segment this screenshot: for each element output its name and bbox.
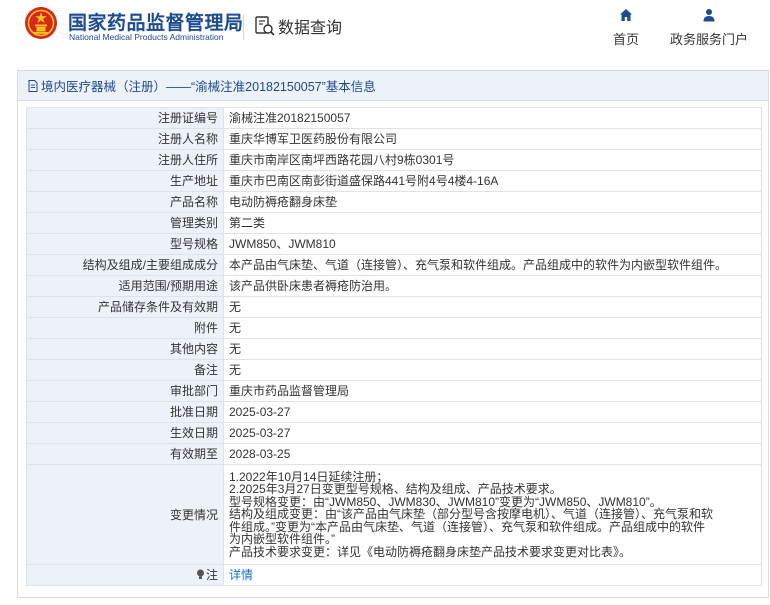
table-row: 产品名称 电动防褥疮翻身床垫	[26, 191, 762, 213]
row-value: 无	[223, 317, 762, 339]
row-value: 无	[223, 359, 762, 381]
row-value: 无	[223, 296, 762, 318]
row-value: 重庆市南岸区南坪西路花园八村9栋0301号	[223, 149, 762, 171]
row-value: 无	[223, 338, 762, 360]
document-search-icon	[255, 16, 275, 36]
table-row: 结构及组成/主要组成成分 本产品由气床垫、气道（连接管）、充气泵和软件组成。产品组…	[26, 254, 762, 276]
row-label: 有效期至	[26, 443, 224, 465]
registration-info-table: 注册证编号 渝械注准20182150057 注册人名称 重庆华博军卫医药股份有限公司…	[26, 107, 762, 586]
row-value: 本产品由气床垫、气道（连接管）、充气泵和软件组成。产品组成中的软件为内嵌型软件组…	[223, 254, 762, 276]
site-header: 国家药品监督管理局 National Medical Products Admi…	[0, 0, 770, 58]
row-label: 型号规格	[26, 233, 224, 255]
table-row: 审批部门 重庆市药品监督管理局	[26, 380, 762, 402]
table-row-detail: 注 详情	[26, 564, 762, 586]
row-label: 适用范围/预期用途	[26, 275, 224, 297]
document-icon	[28, 79, 38, 92]
changes-value: 1.2022年10月14日延续注册； 2.2025年3月27日变更型号规格、结构…	[223, 464, 762, 565]
row-label: 备注	[26, 359, 224, 381]
home-icon	[620, 9, 632, 21]
table-row: 有效期至 2028-03-25	[26, 443, 762, 465]
row-label: 生产地址	[26, 170, 224, 192]
detail-value-cell: 详情	[223, 564, 762, 586]
panel-title: 境内医疗器械（注册）——“渝械注准20182150057”基本信息	[41, 80, 376, 94]
nav-portal-label: 政务服务门户	[670, 32, 749, 47]
table-row: 管理类别 第二类	[26, 212, 762, 234]
detail-link[interactable]: 详情	[229, 568, 253, 582]
row-label: 附件	[26, 317, 224, 339]
row-label: 审批部门	[26, 380, 224, 402]
table-row: 批准日期 2025-03-27	[26, 401, 762, 423]
table-row: 产品储存条件及有效期无	[26, 296, 762, 318]
row-value: 渝械注准20182150057	[223, 107, 762, 129]
row-value: 第二类	[223, 212, 762, 234]
table-row: 备注无	[26, 359, 762, 381]
row-label: 批准日期	[26, 401, 224, 423]
nav-service-portal[interactable]: 政务服务门户	[670, 8, 748, 48]
row-label: 注册证编号	[26, 107, 224, 129]
table-row: 注册人住所 重庆市南岸区南坪西路花园八村9栋0301号	[26, 149, 762, 171]
user-icon	[703, 9, 715, 22]
row-value: 电动防褥疮翻身床垫	[223, 191, 762, 213]
table-row: 注册证编号 渝械注准20182150057	[26, 107, 762, 129]
row-value: 2028-03-25	[223, 443, 762, 465]
row-label: 管理类别	[26, 212, 224, 234]
table-row: 其他内容无	[26, 338, 762, 360]
changes-line: 结构及组成变更：由“该产品由气床垫（部分型号含按摩电机）、气道（连接管）、充气泵…	[229, 507, 713, 522]
national-emblem-icon	[25, 7, 57, 39]
row-label: 生效日期	[26, 422, 224, 444]
table-row: 适用范围/预期用途 该产品供卧床患者褥疮防治用。	[26, 275, 762, 297]
row-value: 2025-03-27	[223, 422, 762, 444]
table-row: 型号规格 JWM850、JWM810	[26, 233, 762, 255]
table-row: 生产地址 重庆市巴南区南彭街道盛保路441号附4号4楼4-16A	[26, 170, 762, 192]
detail-label: 注	[205, 568, 218, 582]
row-label: 注册人住所	[26, 149, 224, 171]
nav-home-label: 首页	[613, 32, 640, 47]
header-divider	[243, 14, 244, 40]
detail-panel: 境内医疗器械（注册）——“渝械注准20182150057”基本信息 注册证编号渝…	[17, 70, 769, 598]
row-label: 产品储存条件及有效期	[26, 296, 224, 318]
row-value: 重庆市巴南区南彭街道盛保路441号附4号4楼4-16A	[223, 170, 762, 192]
row-value: 重庆市药品监督管理局	[223, 380, 762, 402]
row-label: 注册人名称	[26, 128, 224, 150]
row-label: 产品名称	[26, 191, 224, 213]
table-row: 附件无	[26, 317, 762, 339]
detail-label-cell: 注	[26, 564, 224, 586]
table-row: 生效日期 2025-03-27	[26, 422, 762, 444]
lightbulb-icon	[196, 569, 204, 579]
changes-label: 变更情况	[26, 464, 224, 565]
data-query-section[interactable]: 数据查询	[254, 14, 342, 38]
brand-subtitle: National Medical Products Administration	[69, 32, 224, 42]
table-row: 注册人名称 重庆华博军卫医药股份有限公司	[26, 128, 762, 150]
row-value: 2025-03-27	[223, 401, 762, 423]
table-row-changes: 变更情况 1.2022年10月14日延续注册； 2.2025年3月27日变更型号…	[26, 464, 762, 565]
row-label: 结构及组成/主要组成成分	[26, 254, 224, 276]
nav-home[interactable]: 首页	[613, 8, 639, 48]
row-label: 其他内容	[26, 338, 224, 360]
row-value: 该产品供卧床患者褥疮防治用。	[223, 275, 762, 297]
changes-line: 产品技术要求变更：详见《电动防褥疮翻身床垫产品技术要求变更对比表》。	[229, 544, 632, 559]
brand-title: 国家药品监督管理局	[68, 13, 244, 34]
row-value: 重庆华博军卫医药股份有限公司	[223, 128, 762, 150]
changes-line: 2.2025年3月27日变更型号规格、结构及组成、产品技术要求。	[229, 482, 562, 497]
data-query-label: 数据查询	[278, 20, 343, 37]
changes-line: 为内嵌型软件组件。”	[229, 532, 335, 547]
row-value: JWM850、JWM810	[223, 233, 762, 255]
panel-header: 境内医疗器械（注册）——“渝械注准20182150057”基本信息	[18, 71, 768, 101]
